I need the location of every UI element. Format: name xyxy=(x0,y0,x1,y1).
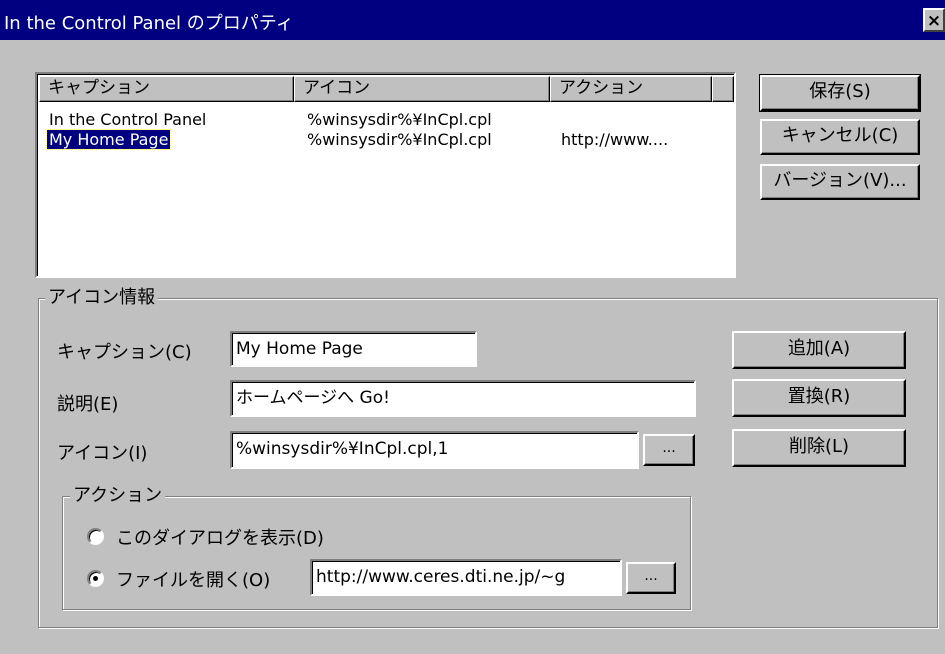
icon-label: アイコン(I) xyxy=(57,443,148,464)
row-caption: In the Control Panel xyxy=(49,110,207,129)
description-label: 説明(E) xyxy=(57,394,119,415)
column-header-icon[interactable]: アイコン xyxy=(294,76,550,102)
description-input[interactable]: ホームページへ Go! xyxy=(230,380,696,417)
list-row-selected[interactable]: My Home Page %winsysdir%¥InCpl.cpl http:… xyxy=(39,129,734,150)
close-button[interactable]: × xyxy=(923,8,945,32)
close-icon: × xyxy=(926,11,942,31)
option-show-dialog-label[interactable]: このダイアログを表示(D) xyxy=(116,524,324,550)
title-bar: In the Control Panel のプロパティ × xyxy=(0,0,945,40)
save-button[interactable]: 保存(S) xyxy=(759,74,921,112)
icon-info-group-label: アイコン情報 xyxy=(45,288,159,308)
version-button[interactable]: バージョン(V)... xyxy=(760,164,920,200)
url-input[interactable]: http://www.ceres.dti.ne.jp/~g xyxy=(310,559,622,596)
radio-open-file[interactable] xyxy=(87,570,104,587)
column-header-action[interactable]: アクション xyxy=(550,76,712,102)
action-group-label: アクション xyxy=(70,486,166,506)
add-button[interactable]: 追加(A) xyxy=(732,331,906,369)
browse-icon-button[interactable]: ... xyxy=(643,434,695,466)
replace-button[interactable]: 置換(R) xyxy=(732,379,906,417)
window-title: In the Control Panel のプロパティ xyxy=(4,13,294,34)
caption-label: キャプション(C) xyxy=(57,342,192,363)
radio-selected-dot xyxy=(93,576,98,581)
list-row[interactable]: In the Control Panel %winsysdir%¥InCpl.c… xyxy=(39,110,734,130)
radio-show-dialog[interactable] xyxy=(87,528,104,545)
list-header: キャプション アイコン アクション xyxy=(39,76,734,102)
delete-button[interactable]: 削除(L) xyxy=(732,429,906,467)
row-icon: %winsysdir%¥InCpl.cpl xyxy=(307,110,492,129)
row-caption: My Home Page xyxy=(45,129,172,150)
column-header-caption[interactable]: キャプション xyxy=(39,76,294,102)
cancel-button[interactable]: キャンセル(C) xyxy=(760,119,920,155)
shortcut-list[interactable]: キャプション アイコン アクション In the Control Panel %… xyxy=(35,72,736,278)
column-header-filler xyxy=(712,76,734,102)
icon-path-input[interactable]: %winsysdir%¥InCpl.cpl,1 xyxy=(230,431,639,469)
row-icon: %winsysdir%¥InCpl.cpl xyxy=(307,130,492,149)
caption-input[interactable]: My Home Page xyxy=(230,331,477,367)
browse-url-button[interactable]: ... xyxy=(626,562,676,594)
row-action: http://www.... xyxy=(561,130,669,149)
option-open-file-label[interactable]: ファイルを開く(O) xyxy=(116,566,270,592)
